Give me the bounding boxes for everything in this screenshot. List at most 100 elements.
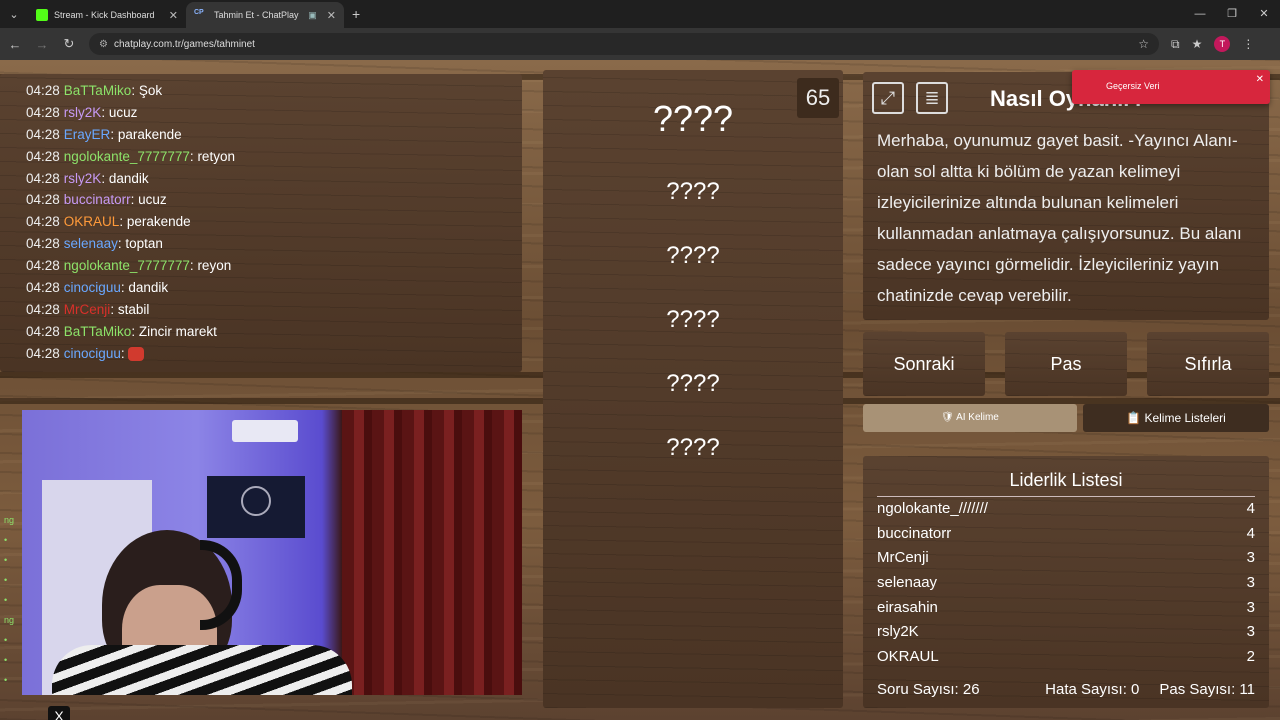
chat-message: 04:28 rsly2K: ucuz (26, 102, 522, 124)
leaderboard-row: buccinatorr 4 (877, 522, 1255, 547)
chat-text: parakende (117, 126, 182, 142)
leaderboard-row: eirasahin 3 (877, 596, 1255, 621)
forbidden-word: ???? (666, 242, 720, 269)
player-score: 3 (1246, 598, 1255, 616)
chat-time: 04:28 (26, 345, 60, 361)
chat-username[interactable]: cinociguu (64, 346, 121, 361)
back-arrow-icon[interactable]: ← (3, 37, 27, 52)
word-lists-button[interactable]: 📋 Kelime Listeleri (1083, 404, 1269, 432)
close-tab-icon[interactable]: ✕ (327, 9, 336, 22)
ai-word-button[interactable]: 🛡 AI Kelime (863, 404, 1077, 432)
chat-text: dandik (128, 280, 169, 296)
bookmarks-icon[interactable]: ★ (1192, 37, 1203, 51)
chat-colon: : (120, 345, 129, 361)
extensions-icon[interactable]: ⧉ (1171, 37, 1180, 52)
chat-username[interactable]: BaTTaMiko (64, 83, 132, 98)
reset-button[interactable]: Sıfırla (1147, 332, 1269, 396)
browser-tab-bar: ⌄ Stream - Kick Dashboard ✕ CP Tahmin Et… (0, 0, 1280, 28)
chat-message: 04:28 BaTTaMiko: Şok (26, 80, 522, 102)
chat-time: 04:28 (26, 323, 60, 339)
chat-time: 04:28 (26, 83, 60, 98)
chat-message: 04:28 cinociguu: dandik (26, 277, 522, 299)
game-page: 04:28 BaTTaMiko: Şok 04:28 rsly2K: ucuz 04:2… (0, 60, 1280, 720)
bookmark-star-icon[interactable]: ☆ (1138, 37, 1149, 51)
chat-panel: 04:28 BaTTaMiko: Şok 04:28 rsly2K: ucuz 04:2… (0, 74, 522, 372)
chat-username[interactable]: ngolokante_7777777 (64, 149, 190, 164)
url-input[interactable]: ⚙ chatplay.com.tr/games/tahminet ☆ (89, 33, 1159, 55)
chat-message: 04:28 BaTTaMiko: Zincir marekt (26, 321, 522, 343)
chat-username[interactable]: ErayER (64, 127, 111, 142)
chat-text: perakende (126, 214, 191, 230)
chat-time: 04:28 (26, 214, 60, 230)
chat-colon: : (130, 192, 139, 208)
chat-text: ucuz (108, 104, 138, 120)
chatplay-favicon-icon: CP (194, 9, 204, 16)
player-score: 4 (1246, 524, 1255, 542)
leaderboard-row: MrCenji 3 (877, 546, 1255, 571)
chat-text: Zincir marekt (138, 323, 217, 339)
restore-icon[interactable]: ❐ (1216, 0, 1248, 28)
chat-time: 04:28 (26, 192, 60, 208)
more-menu-icon[interactable]: ⋮ (1242, 37, 1254, 51)
chat-message: 04:28 selenaay: toptan (26, 233, 522, 255)
overlay-side-strip: ng • • • • ng • • • (4, 515, 15, 685)
chat-message: 04:28 MrCenji: stabil (26, 299, 522, 321)
toast-text: Geçersiz Veri (1106, 81, 1160, 91)
close-window-icon[interactable]: ✕ (1248, 0, 1280, 28)
address-bar-row: ← → ↻ ⚙ chatplay.com.tr/games/tahminet ☆… (0, 28, 1280, 60)
chat-text: dandik (108, 170, 149, 186)
pass-button[interactable]: Pas (1005, 332, 1127, 396)
chat-colon: : (131, 83, 139, 98)
site-info-icon[interactable]: ⚙ (99, 39, 108, 50)
next-button[interactable]: Sonraki (863, 332, 985, 396)
chat-colon: : (119, 214, 127, 230)
chat-message: 04:28 rsly2K: dandik (26, 168, 522, 190)
emote-icon (128, 347, 145, 362)
close-tab-icon[interactable]: ✕ (169, 9, 178, 22)
forward-arrow-icon[interactable]: → (30, 37, 54, 52)
leaderboard-row: rsly2K 3 (877, 620, 1255, 645)
forbidden-word: ???? (666, 306, 720, 333)
chat-username[interactable]: buccinatorr (64, 192, 131, 207)
fullscreen-icon[interactable]: ⤢ (872, 82, 904, 114)
chat-username[interactable]: ngolokante_7777777 (64, 258, 190, 273)
leaderboard-row: OKRAUL 2 (877, 645, 1255, 670)
chat-username[interactable]: BaTTaMiko (64, 324, 132, 339)
chat-username[interactable]: MrCenji (64, 302, 111, 317)
tab-title: Tahmin Et - ChatPlay (214, 10, 299, 20)
chat-colon: : (131, 323, 139, 339)
forbidden-word: ???? (666, 178, 720, 205)
chat-message: 04:28 ngolokante_7777777: reyon (26, 255, 522, 277)
how-to-play-text: Merhaba, oyunumuz gayet basit. -Yayıncı … (877, 131, 1242, 305)
document-list-icon[interactable]: ≣ (916, 82, 948, 114)
chat-message: 04:28 ngolokante_7777777: retyon (26, 146, 522, 168)
profile-avatar[interactable]: T (1214, 36, 1231, 52)
player-score: 3 (1246, 574, 1255, 592)
chat-colon: : (110, 126, 118, 142)
player-name: selenaay (877, 574, 938, 592)
player-name: MrCenji (877, 549, 929, 567)
chat-message: 04:28 buccinatorr: ucuz (26, 189, 522, 211)
cast-icon[interactable]: ▣ (308, 10, 317, 21)
x-logo-icon: X (48, 706, 70, 720)
tab-chatplay[interactable]: CP Tahmin Et - ChatPlay ▣ ✕ (186, 2, 344, 28)
tab-kick-dashboard[interactable]: Stream - Kick Dashboard ✕ (28, 2, 186, 28)
chat-username[interactable]: rsly2K (64, 105, 102, 120)
chat-username[interactable]: selenaay (64, 236, 118, 251)
word-lists-label: Kelime Listeleri (1144, 411, 1226, 425)
chat-username[interactable]: rsly2K (64, 171, 102, 186)
player-name: rsly2K (877, 623, 919, 641)
toast-close-icon[interactable]: ✕ (1256, 74, 1264, 85)
reload-icon[interactable]: ↻ (57, 36, 81, 52)
forbidden-word: ???? (666, 370, 720, 397)
player-name: OKRAUL (877, 648, 939, 666)
chat-time: 04:28 (26, 126, 60, 142)
target-word: ???? (652, 98, 734, 139)
tab-search-chevron-icon[interactable]: ⌄ (0, 0, 28, 28)
minimize-icon[interactable]: — (1184, 0, 1216, 28)
chat-username[interactable]: cinociguu (64, 280, 121, 295)
chat-time: 04:28 (26, 148, 60, 164)
new-tab-plus-icon[interactable]: + (352, 6, 360, 22)
chat-username[interactable]: OKRAUL (64, 214, 120, 229)
player-score: 3 (1246, 623, 1255, 641)
